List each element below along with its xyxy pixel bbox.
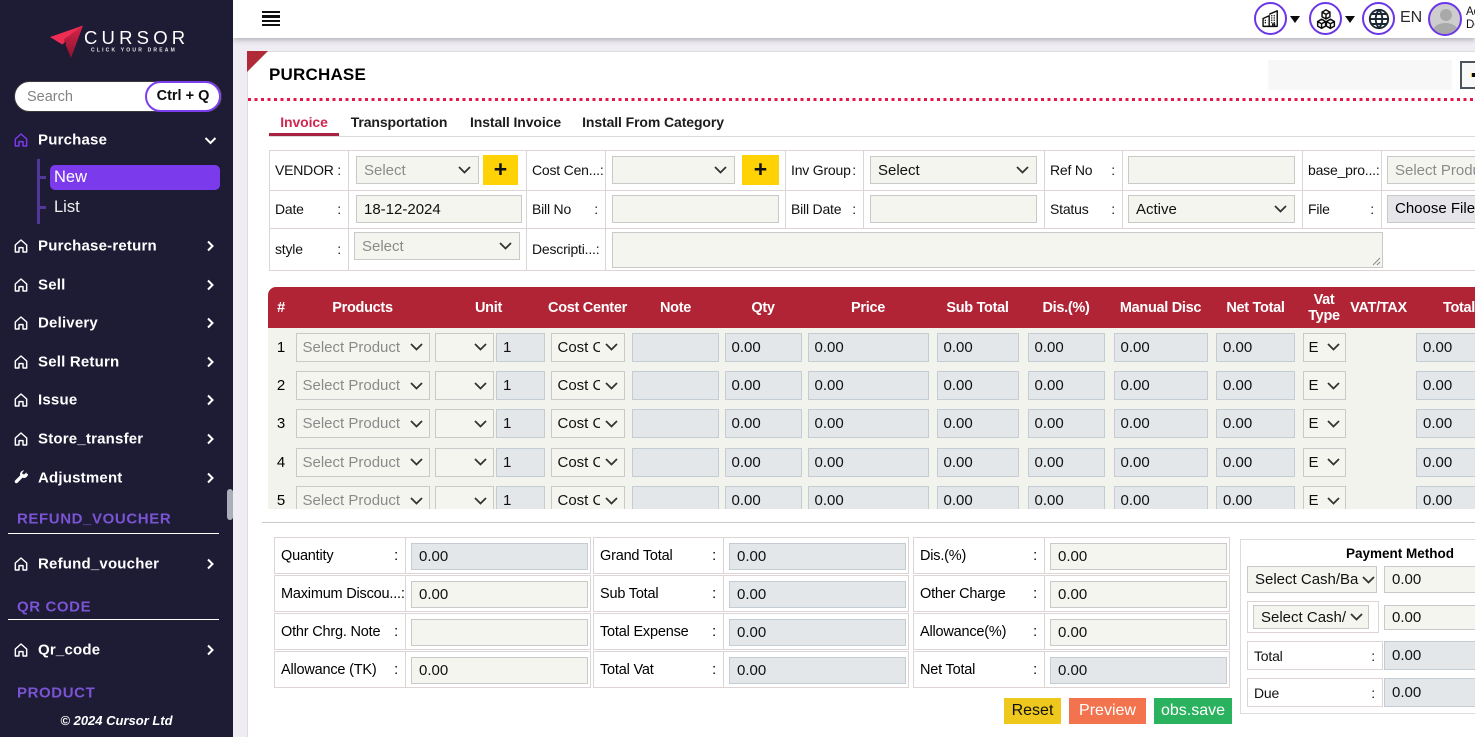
svg-text:CURSOR: CURSOR xyxy=(84,27,189,48)
svg-text:CLICK YOUR DREAM: CLICK YOUR DREAM xyxy=(91,48,177,54)
